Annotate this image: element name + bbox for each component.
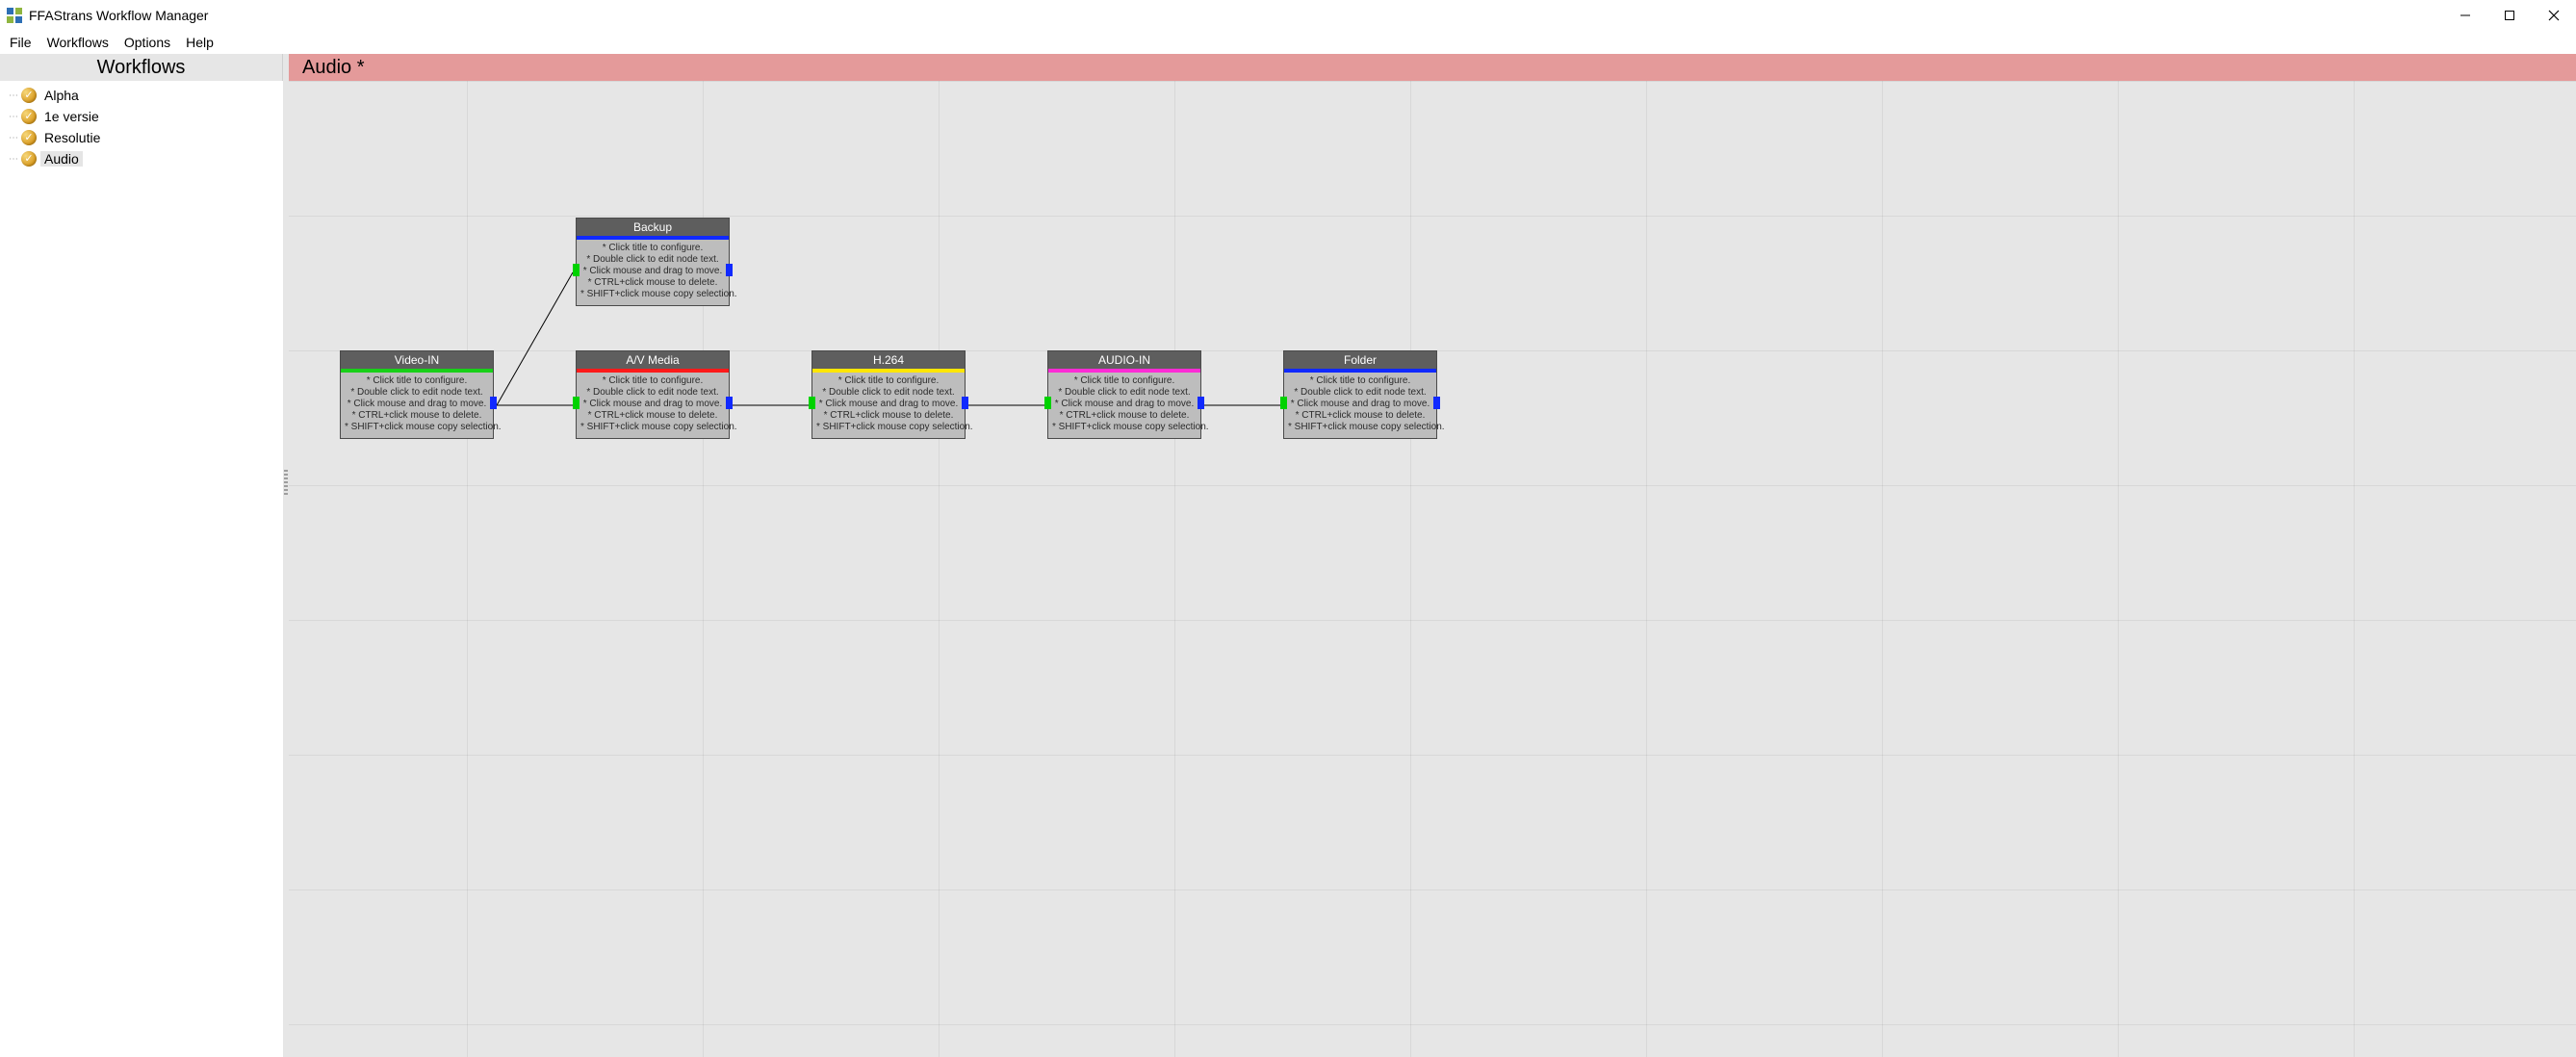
node-title[interactable]: A/V Media: [577, 351, 729, 373]
node-title[interactable]: Video-IN: [341, 351, 493, 373]
node-hint: * Double click to edit node text.: [816, 387, 961, 399]
tree-dots-icon: ⋯: [8, 133, 17, 143]
node-hint: * Click title to configure.: [345, 375, 489, 387]
port-out[interactable]: [490, 397, 497, 409]
maximize-button[interactable]: [2487, 0, 2532, 31]
node-hint: * Double click to edit node text.: [1288, 387, 1432, 399]
node-hint: * SHIFT+click mouse copy selection.: [345, 422, 489, 433]
node-hint: * Double click to edit node text.: [345, 387, 489, 399]
port-in[interactable]: [1044, 397, 1051, 409]
splitter-grip-icon: [284, 468, 288, 495]
node-hint: * CTRL+click mouse to delete.: [816, 410, 961, 422]
node-audio-in[interactable]: AUDIO-IN* Click title to configure.* Dou…: [1047, 350, 1201, 439]
minimize-button[interactable]: [2443, 0, 2487, 31]
node-hint: * CTRL+click mouse to delete.: [580, 277, 725, 289]
node-hint: * CTRL+click mouse to delete.: [580, 410, 725, 422]
sidebar-item-label: Resolutie: [40, 130, 104, 145]
window-title: FFAStrans Workflow Manager: [29, 8, 208, 23]
node-hint: * Double click to edit node text.: [580, 254, 725, 266]
node-hint: * SHIFT+click mouse copy selection.: [1052, 422, 1197, 433]
node-hint: * Click mouse and drag to move.: [580, 266, 725, 277]
canvas-header: Audio *: [289, 54, 2576, 81]
titlebar: FFAStrans Workflow Manager: [0, 0, 2576, 31]
check-icon: ✓: [21, 130, 37, 145]
sidebar-header: Workflows: [0, 54, 283, 81]
node-hint: * CTRL+click mouse to delete.: [1052, 410, 1197, 422]
link: [497, 272, 573, 405]
node-hint: * SHIFT+click mouse copy selection.: [580, 422, 725, 433]
node-hint: * SHIFT+click mouse copy selection.: [1288, 422, 1432, 433]
node-hint: * Click title to configure.: [580, 375, 725, 387]
node-hint: * Double click to edit node text.: [1052, 387, 1197, 399]
window-buttons: [2443, 0, 2576, 31]
app-window: FFAStrans Workflow Manager File Workflow…: [0, 0, 2576, 1057]
main-split: Workflows ⋯ ✓ Alpha ⋯ ✓ 1e versie ⋯ ✓ Re…: [0, 54, 2576, 1057]
node-hint: * CTRL+click mouse to delete.: [1288, 410, 1432, 422]
node-hint: * Click title to configure.: [816, 375, 961, 387]
menu-options[interactable]: Options: [124, 35, 170, 50]
sidebar-item-resolutie[interactable]: ⋯ ✓ Resolutie: [8, 127, 283, 148]
node-title[interactable]: AUDIO-IN: [1048, 351, 1200, 373]
tree-dots-icon: ⋯: [8, 154, 17, 165]
sidebar-item-audio[interactable]: ⋯ ✓ Audio: [8, 148, 283, 169]
port-out[interactable]: [726, 264, 733, 276]
sidebar-item-label: Audio: [40, 151, 83, 167]
sidebar: Workflows ⋯ ✓ Alpha ⋯ ✓ 1e versie ⋯ ✓ Re…: [0, 54, 283, 1057]
tree-dots-icon: ⋯: [8, 112, 17, 122]
node-title[interactable]: H.264: [812, 351, 965, 373]
node-body[interactable]: * Click title to configure.* Double clic…: [1048, 373, 1200, 438]
node-hint: * Click mouse and drag to move.: [580, 399, 725, 410]
close-button[interactable]: [2532, 0, 2576, 31]
node-body[interactable]: * Click title to configure.* Double clic…: [577, 373, 729, 438]
port-in[interactable]: [573, 264, 580, 276]
port-out[interactable]: [1198, 397, 1204, 409]
workflow-list: ⋯ ✓ Alpha ⋯ ✓ 1e versie ⋯ ✓ Resolutie ⋯ …: [0, 81, 283, 169]
menu-workflows[interactable]: Workflows: [47, 35, 109, 50]
sidebar-item-label: Alpha: [40, 88, 83, 103]
node-hint: * Click title to configure.: [580, 243, 725, 254]
node-hint: * Click title to configure.: [1052, 375, 1197, 387]
port-in[interactable]: [1280, 397, 1287, 409]
node-hint: * CTRL+click mouse to delete.: [345, 410, 489, 422]
port-out[interactable]: [726, 397, 733, 409]
node-hint: * SHIFT+click mouse copy selection.: [816, 422, 961, 433]
node-hint: * Click title to configure.: [1288, 375, 1432, 387]
node-body[interactable]: * Click title to configure.* Double clic…: [812, 373, 965, 438]
workflow-canvas[interactable]: Video-IN* Click title to configure.* Dou…: [289, 81, 2576, 1057]
node-title[interactable]: Backup: [577, 219, 729, 240]
menu-help[interactable]: Help: [186, 35, 214, 50]
node-hint: * Click mouse and drag to move.: [345, 399, 489, 410]
port-in[interactable]: [809, 397, 815, 409]
canvas-wrap: Audio * Video-IN* Click title to configu…: [289, 54, 2576, 1057]
node-backup[interactable]: Backup* Click title to configure.* Doubl…: [576, 218, 730, 306]
sidebar-item-1e-versie[interactable]: ⋯ ✓ 1e versie: [8, 106, 283, 127]
sidebar-item-label: 1e versie: [40, 109, 103, 124]
check-icon: ✓: [21, 109, 37, 124]
node-hint: * Click mouse and drag to move.: [1288, 399, 1432, 410]
port-in[interactable]: [573, 397, 580, 409]
node-video-in[interactable]: Video-IN* Click title to configure.* Dou…: [340, 350, 494, 439]
check-icon: ✓: [21, 151, 37, 167]
app-icon: [6, 7, 23, 24]
node-hint: * Click mouse and drag to move.: [816, 399, 961, 410]
node-hint: * SHIFT+click mouse copy selection.: [580, 289, 725, 300]
node-hint: * Double click to edit node text.: [580, 387, 725, 399]
menu-file[interactable]: File: [10, 35, 32, 50]
sidebar-item-alpha[interactable]: ⋯ ✓ Alpha: [8, 85, 283, 106]
node-body[interactable]: * Click title to configure.* Double clic…: [577, 240, 729, 305]
node-hint: * Click mouse and drag to move.: [1052, 399, 1197, 410]
tree-dots-icon: ⋯: [8, 90, 17, 101]
node-av-media[interactable]: A/V Media* Click title to configure.* Do…: [576, 350, 730, 439]
check-icon: ✓: [21, 88, 37, 103]
menubar: File Workflows Options Help: [0, 31, 2576, 54]
port-out[interactable]: [1433, 397, 1440, 409]
node-body[interactable]: * Click title to configure.* Double clic…: [341, 373, 493, 438]
node-h264[interactable]: H.264* Click title to configure.* Double…: [811, 350, 966, 439]
port-out[interactable]: [962, 397, 968, 409]
node-folder[interactable]: Folder* Click title to configure.* Doubl…: [1283, 350, 1437, 439]
node-title[interactable]: Folder: [1284, 351, 1436, 373]
node-body[interactable]: * Click title to configure.* Double clic…: [1284, 373, 1436, 438]
